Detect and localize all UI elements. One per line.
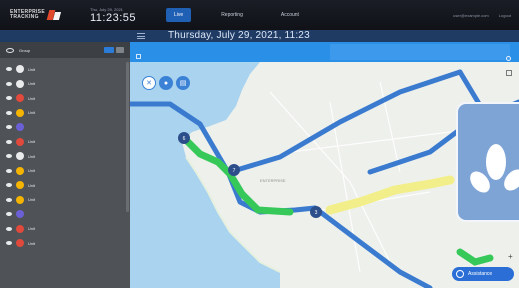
- eye-icon[interactable]: [6, 212, 12, 217]
- marker-7-label: 7: [233, 168, 236, 174]
- vehicle-name: Unit: [28, 197, 36, 203]
- logo-mark-icon: [48, 10, 60, 20]
- assistance-button[interactable]: Assistance: [452, 267, 514, 281]
- eye-icon[interactable]: [6, 96, 12, 101]
- list-item[interactable]: [0, 207, 130, 222]
- vehicle-name: Unit: [28, 153, 36, 159]
- truck-icon: [16, 210, 24, 219]
- marker-6-label: 6: [183, 136, 186, 142]
- map-toolbar: [130, 42, 519, 62]
- user-area: user@example.com Logout: [453, 13, 511, 18]
- list-item[interactable]: Unit: [0, 106, 130, 121]
- list-item[interactable]: Unit: [0, 178, 130, 193]
- vehicle-name: Unit: [28, 139, 36, 145]
- app-logo-card: [456, 102, 519, 222]
- truck-icon: [16, 79, 24, 88]
- top-header: ENTERPRISE TRACKING Thu, July 29, 2021 1…: [0, 0, 519, 30]
- search-area[interactable]: [330, 44, 510, 60]
- eye-icon[interactable]: [6, 67, 12, 72]
- list-item[interactable]: Unit: [0, 135, 130, 150]
- list-item[interactable]: Unit: [0, 164, 130, 179]
- truck-icon: [16, 108, 24, 117]
- truck-icon: [16, 166, 24, 175]
- logout-link[interactable]: Logout: [499, 13, 511, 18]
- logo-line-2: TRACKING: [10, 14, 39, 20]
- leaf-logo-icon: [470, 144, 519, 193]
- vehicle-name: Unit: [28, 95, 36, 101]
- map-area-label: ENTERPRISE: [260, 178, 286, 183]
- tab-reporting[interactable]: Reporting: [213, 8, 251, 22]
- menu-icon[interactable]: [137, 33, 145, 39]
- eye-icon[interactable]: [6, 81, 12, 86]
- vehicle-name: Unit: [28, 168, 36, 174]
- truck-icon: [16, 195, 24, 204]
- list-item[interactable]: Unit: [0, 222, 130, 237]
- truck-icon: [16, 65, 24, 74]
- alert-icon: [16, 94, 24, 103]
- group-label: Group: [19, 47, 31, 53]
- list-item[interactable]: Unit: [0, 77, 130, 92]
- truck-icon: [16, 123, 24, 132]
- vehicle-sidebar: Group Unit Unit Unit Unit Unit Unit Unit Unit Un…: [0, 42, 130, 288]
- tab-account[interactable]: Account: [273, 8, 307, 22]
- page-title: Thursday, July 29, 2021, 11:23: [168, 30, 310, 41]
- eye-icon[interactable]: [6, 154, 12, 159]
- list-item[interactable]: [0, 120, 130, 135]
- list-item[interactable]: Unit: [0, 62, 130, 77]
- eye-icon[interactable]: [6, 125, 12, 130]
- toggle-off-button[interactable]: [116, 47, 124, 53]
- list-item[interactable]: Unit: [0, 193, 130, 208]
- assistance-label: Assistance: [468, 271, 493, 277]
- eye-icon[interactable]: [6, 139, 12, 144]
- eye-icon[interactable]: [6, 226, 12, 231]
- help-icon: [456, 270, 464, 278]
- truck-icon: [16, 224, 24, 233]
- clock: Thu, July 29, 2021 11:23:55: [90, 7, 156, 24]
- search-icon[interactable]: [506, 56, 511, 61]
- map-view[interactable]: 6 7 3 ENTERPRISE ✕ ● ▤ + Assistance: [130, 62, 519, 288]
- close-icon[interactable]: ✕: [142, 76, 156, 90]
- chat-icon[interactable]: ●: [159, 76, 173, 90]
- eye-icon[interactable]: [6, 168, 12, 173]
- expand-icon[interactable]: [506, 70, 512, 76]
- sidebar-header: Group: [0, 42, 130, 58]
- marker-3-label: 3: [315, 210, 318, 216]
- eye-icon[interactable]: [6, 110, 12, 115]
- vehicle-name: Unit: [28, 110, 36, 116]
- sidebar-toggle: [104, 47, 124, 53]
- vehicle-name: Unit: [28, 226, 36, 232]
- truck-icon: [16, 152, 24, 161]
- vehicle-name: Unit: [28, 182, 36, 188]
- brand-logo: ENTERPRISE TRACKING: [0, 10, 90, 20]
- toggle-on-button[interactable]: [104, 47, 114, 53]
- user-email[interactable]: user@example.com: [453, 13, 489, 18]
- logo-text: ENTERPRISE TRACKING: [10, 10, 45, 20]
- eye-icon[interactable]: [6, 183, 12, 188]
- vehicle-name: Unit: [28, 240, 36, 246]
- main-nav: Live Reporting Account: [166, 8, 307, 22]
- alert-icon: [16, 137, 24, 146]
- clock-time: 11:23:55: [90, 11, 137, 24]
- calendar-icon[interactable]: ▤: [176, 76, 190, 90]
- list-item[interactable]: Unit: [0, 149, 130, 164]
- eye-icon[interactable]: [6, 197, 12, 202]
- eye-icon[interactable]: [6, 241, 12, 246]
- date-bar: Thursday, July 29, 2021, 11:23: [0, 30, 519, 42]
- truck-icon: [16, 181, 24, 190]
- vehicle-name: Unit: [28, 81, 36, 87]
- vehicle-name: Unit: [28, 66, 36, 72]
- truck-icon: [16, 239, 24, 248]
- vehicle-list: Unit Unit Unit Unit Unit Unit Unit Unit Unit Unit…: [0, 58, 130, 251]
- zoom-in-button[interactable]: +: [508, 252, 513, 261]
- sidebar-scrollbar[interactable]: [126, 62, 129, 212]
- tab-live[interactable]: Live: [166, 8, 192, 22]
- layers-icon[interactable]: [136, 54, 141, 59]
- list-item[interactable]: Unit: [0, 236, 130, 251]
- list-item[interactable]: Unit: [0, 91, 130, 106]
- eye-icon[interactable]: [6, 47, 14, 53]
